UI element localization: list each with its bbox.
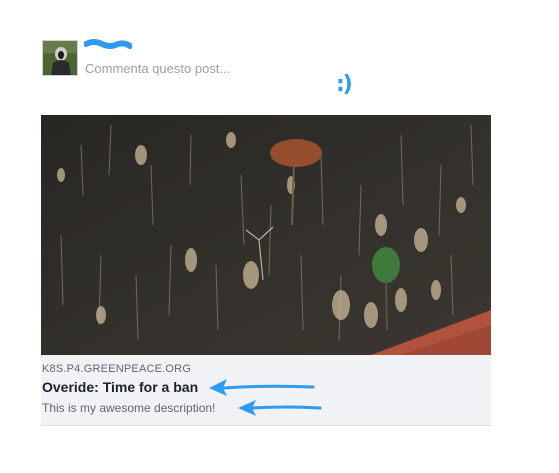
link-description[interactable]: This is my awesome description!: [42, 401, 215, 415]
link-domain[interactable]: K8S.P4.GREENPEACE.ORG: [42, 363, 191, 375]
comment-input[interactable]: [85, 60, 285, 78]
avatar[interactable]: [42, 40, 78, 76]
emoji-annotation: :): [336, 72, 353, 97]
arrow-left-icon: [209, 379, 315, 396]
redaction-scribble: [84, 39, 132, 49]
arrow-left-icon: [238, 400, 322, 416]
link-preview-image[interactable]: [41, 115, 491, 355]
link-title[interactable]: Overide: Time for a ban: [42, 379, 198, 395]
